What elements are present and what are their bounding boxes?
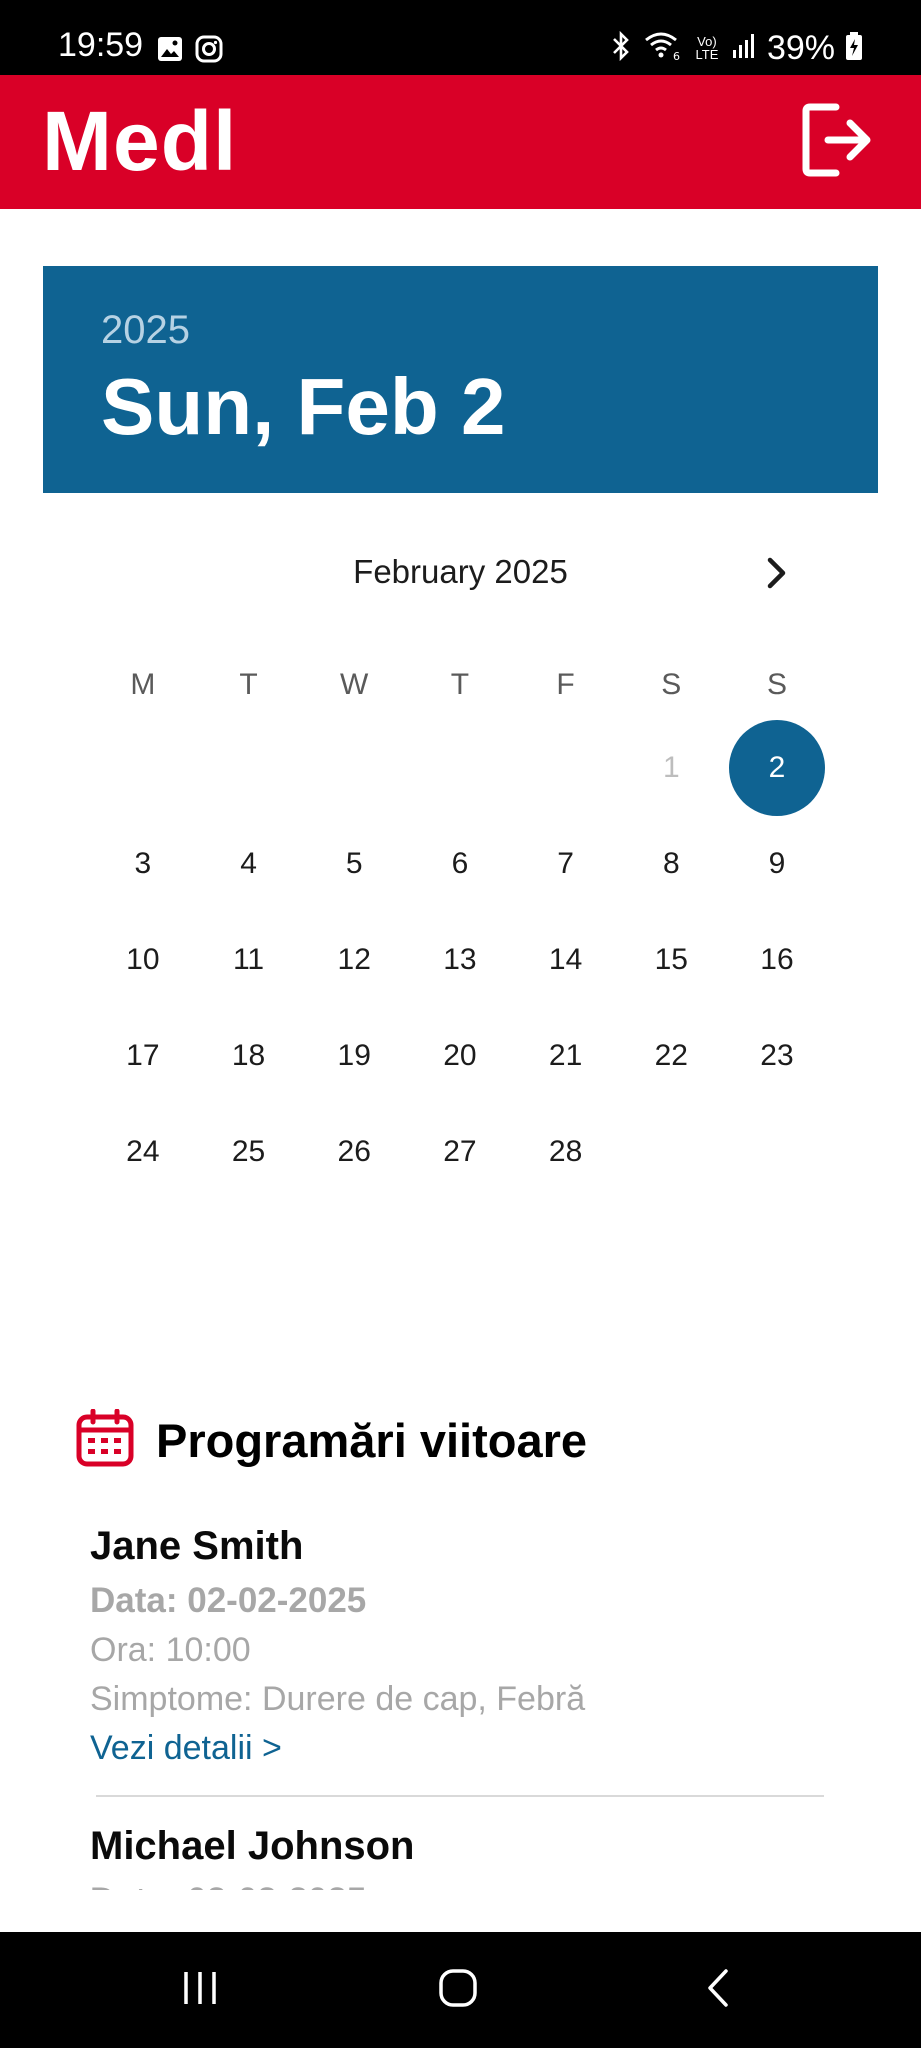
status-time: 19:59	[58, 26, 144, 64]
calendar-empty-cell	[301, 720, 407, 816]
calendar-day[interactable]: 16	[724, 912, 830, 1008]
calendar-day[interactable]: 23	[724, 1008, 830, 1104]
signal-icon	[731, 32, 757, 65]
calendar-day[interactable]: 6	[407, 816, 513, 912]
bluetooth-icon	[609, 30, 633, 67]
calendar-day[interactable]: 13	[407, 912, 513, 1008]
calendar-day[interactable]: 14	[513, 912, 619, 1008]
calendar-day[interactable]: 25	[196, 1104, 302, 1200]
calendar-day[interactable]: 27	[407, 1104, 513, 1200]
weekday-label: T	[239, 668, 258, 701]
back-icon	[704, 1968, 732, 2013]
calendar-day[interactable]: 11	[196, 912, 302, 1008]
weekday-label: M	[130, 668, 156, 701]
weekday-label: F	[556, 668, 575, 701]
weekday-label: S	[766, 668, 787, 701]
weekday-label: W	[340, 668, 369, 701]
weekday-label: S	[661, 668, 682, 701]
recents-icon	[180, 1970, 220, 2011]
calendar-day[interactable]: 7	[513, 816, 619, 912]
upcoming-header: Programări viitoare	[76, 1405, 587, 1475]
volte-icon: Vo) LTE	[695, 34, 719, 62]
wifi-icon: 6	[643, 30, 683, 67]
calendar-day[interactable]: 4	[196, 816, 302, 912]
calendar-day[interactable]: 5	[301, 816, 407, 912]
selected-day-circle: 2	[728, 720, 825, 816]
calendar-day[interactable]: 8	[618, 816, 724, 912]
calendar-icon	[76, 1408, 134, 1472]
svg-text:6: 6	[673, 50, 680, 62]
calendar-day[interactable]: 22	[618, 1008, 724, 1104]
selected-date: Sun, Feb 2	[101, 362, 506, 451]
section-title: Programări viitoare	[156, 1413, 588, 1467]
calendar-day-disabled: 1	[662, 751, 680, 784]
logout-icon	[800, 101, 872, 184]
scroll-clip	[0, 1890, 921, 1932]
view-details-link[interactable]: Vezi detalii >	[90, 1728, 282, 1769]
weekday-label: T	[450, 668, 470, 701]
calendar-day[interactable]: 9	[724, 816, 830, 912]
home-icon	[438, 1968, 478, 2013]
patient-name: Michael Johnson	[90, 1824, 415, 1868]
appointment-symptoms: Simptome: Durere de cap, Febră	[90, 1679, 586, 1718]
calendar-day-selected[interactable]: 2	[724, 720, 830, 816]
calendar-day[interactable]: 12	[301, 912, 407, 1008]
calendar-empty-cell	[90, 720, 196, 816]
calendar-day[interactable]: 18	[196, 1008, 302, 1104]
appointment-item: Jane Smith Data: 02-02-2025 Ora: 10:00 S…	[90, 1522, 825, 1768]
recents-button[interactable]	[170, 1962, 230, 2018]
status-right-icons: 6 Vo) LTE 39%	[609, 28, 863, 68]
calendar-day[interactable]: 20	[407, 1008, 513, 1104]
calendar-empty-cell	[407, 720, 513, 816]
appointment-date: Data: 02-02-2025	[90, 1581, 367, 1620]
calendar-day[interactable]: 3	[90, 816, 196, 912]
patient-name: Jane Smith	[90, 1524, 304, 1568]
calendar-day[interactable]: 15	[618, 912, 724, 1008]
calendar-day[interactable]: 17	[90, 1008, 196, 1104]
logout-button[interactable]	[797, 102, 875, 182]
calendar-empty-cell	[196, 720, 302, 816]
calendar-day[interactable]: 10	[90, 912, 196, 1008]
calendar-empty-cell	[513, 720, 619, 816]
calendar-day[interactable]: 19	[301, 1008, 407, 1104]
calendar-grid: M T W T F S S 1 2 3 4 5 6 7 8 9 10 11 12…	[90, 650, 830, 1200]
battery-icon	[845, 31, 863, 66]
divider	[96, 1795, 824, 1797]
calendar-day[interactable]: 24	[90, 1104, 196, 1200]
home-button[interactable]	[428, 1962, 488, 2018]
selected-date-header: 2025 Sun, Feb 2	[43, 266, 878, 493]
app-title: Medl	[42, 94, 238, 188]
calendar-day[interactable]: 28	[513, 1104, 619, 1200]
selected-year[interactable]: 2025	[101, 308, 190, 353]
chevron-right-icon	[765, 556, 789, 595]
calendar-day[interactable]: 21	[513, 1008, 619, 1104]
next-month-button[interactable]	[752, 553, 802, 597]
calendar-day[interactable]: 26	[301, 1104, 407, 1200]
status-bar: 19:59 6 Vo) LTE 39%	[0, 0, 921, 75]
app-bar: Medl	[0, 75, 921, 209]
instagram-icon	[195, 35, 223, 63]
gallery-icon	[156, 35, 184, 63]
system-nav-bar	[0, 1932, 921, 2048]
appointment-time: Ora: 10:00	[90, 1631, 251, 1669]
back-button[interactable]	[688, 1962, 748, 2018]
battery-percent: 39%	[766, 29, 835, 67]
